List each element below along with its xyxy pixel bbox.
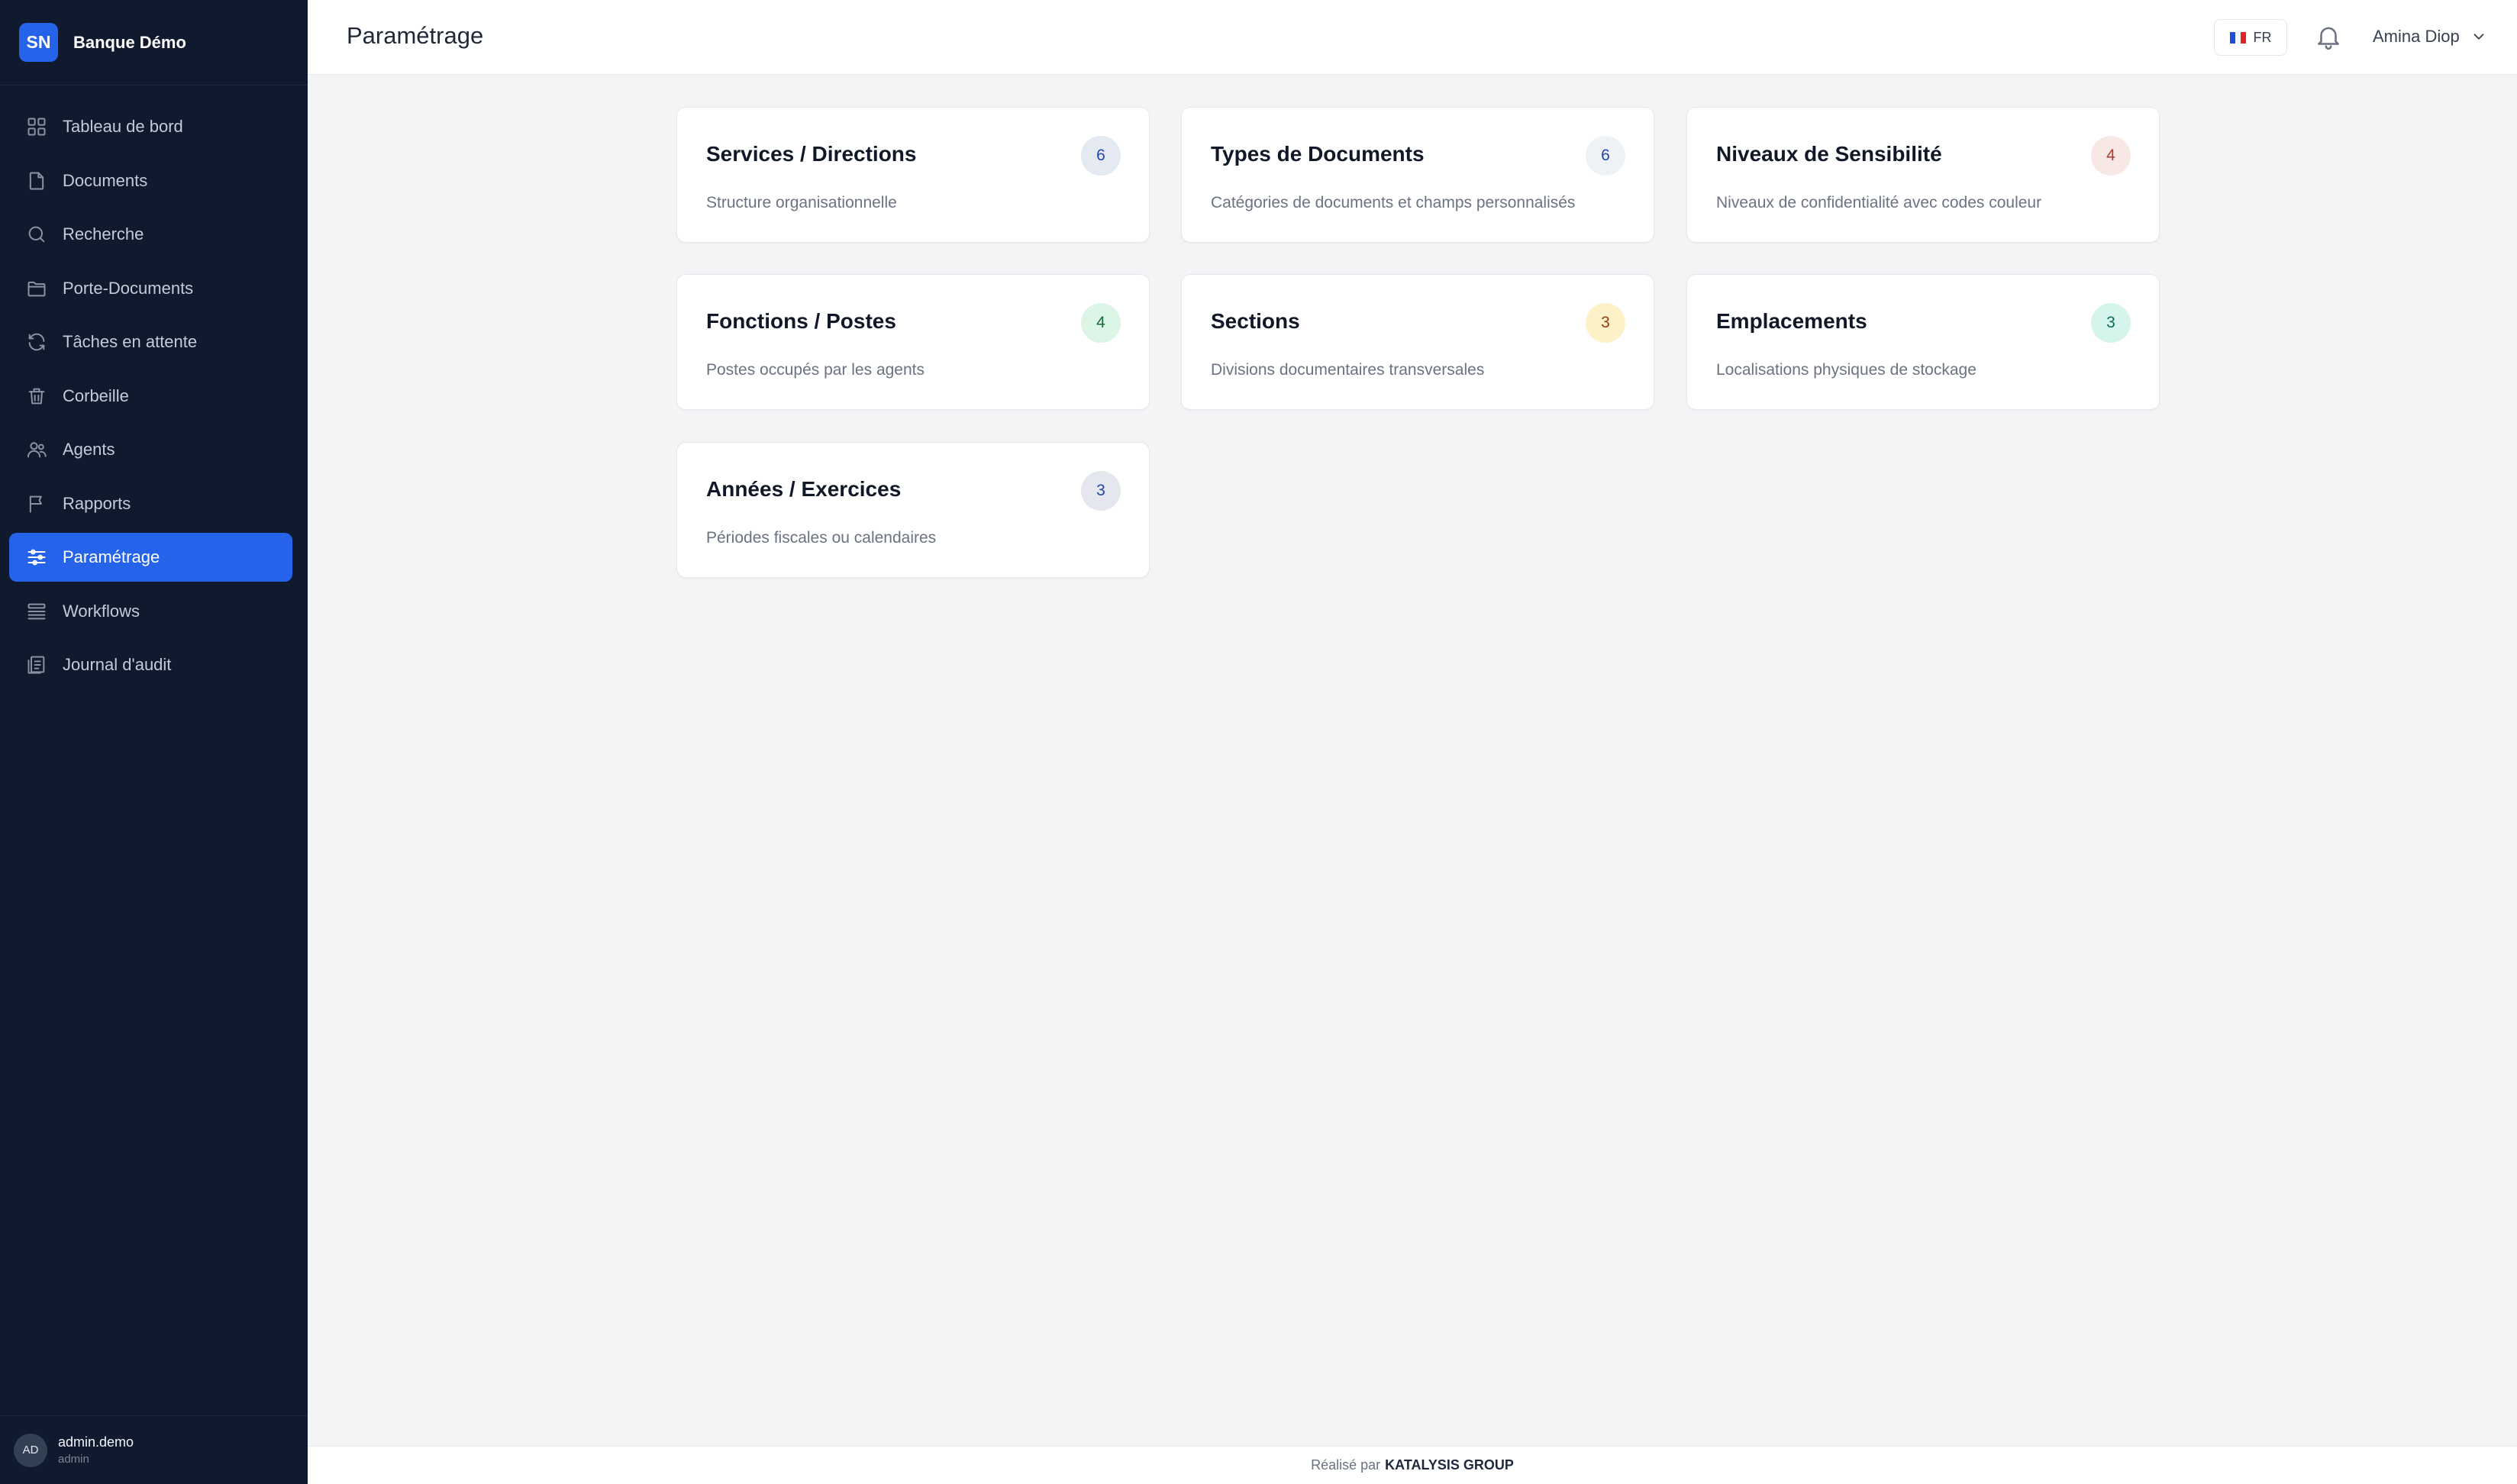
audit-icon: [26, 654, 47, 676]
sidebar-item-documents[interactable]: Documents: [9, 156, 292, 205]
sidebar-item-recherche[interactable]: Recherche: [9, 210, 292, 259]
flag-icon: [26, 493, 47, 515]
sidebar-item-agents[interactable]: Agents: [9, 425, 292, 474]
avatar: AD: [14, 1433, 47, 1467]
sidebar-item-taches-en-attente[interactable]: Tâches en attente: [9, 318, 292, 366]
card-types-de-documents[interactable]: Types de Documents Catégories de documen…: [1181, 107, 1654, 243]
sidebar-item-label: Recherche: [63, 224, 144, 244]
language-label: FR: [2253, 29, 2272, 45]
sidebar-item-label: Workflows: [63, 601, 140, 621]
count-badge: 6: [1586, 136, 1625, 176]
sidebar-item-label: Agents: [63, 440, 115, 459]
card-title: Sections: [1211, 309, 1300, 333]
footer: Réalisé par KATALYSIS GROUP: [308, 1446, 2517, 1484]
brand-name: Banque Démo: [73, 32, 186, 52]
grid-icon: [26, 116, 47, 137]
sidebar-item-parametrage[interactable]: Paramétrage: [9, 533, 292, 582]
user-role: admin: [58, 1453, 89, 1466]
sidebar-item-label: Journal d'audit: [63, 655, 172, 674]
sidebar-item-tableau-de-bord[interactable]: Tableau de bord: [9, 102, 292, 151]
search-icon: [26, 224, 47, 245]
sidebar-nav: Tableau de bord Documents Recherche Port…: [0, 85, 308, 689]
sidebar-item-label: Corbeille: [63, 386, 129, 405]
card-description: Périodes fiscales ou calendaires: [706, 529, 937, 547]
sidebar-item-label: Documents: [63, 170, 148, 190]
card-sections[interactable]: Sections Divisions documentaires transve…: [1181, 274, 1654, 410]
card-description: Niveaux de confidentialité avec codes co…: [1716, 194, 2042, 211]
language-switcher[interactable]: FR: [2214, 19, 2287, 56]
sidebar-item-label: Rapports: [63, 493, 131, 513]
user-menu[interactable]: Amina Diop: [2373, 23, 2487, 50]
card-description: Localisations physiques de stockage: [1716, 361, 1976, 379]
sidebar-item-porte-documents[interactable]: Porte-Documents: [9, 264, 292, 313]
footer-company: KATALYSIS GROUP: [1385, 1457, 1514, 1473]
sidebar-item-corbeille[interactable]: Corbeille: [9, 372, 292, 421]
card-description: Divisions documentaires transversales: [1211, 361, 1485, 379]
card-title: Années / Exercices: [706, 477, 902, 501]
count-badge: 4: [2091, 136, 2131, 176]
french-flag-icon: [2229, 31, 2247, 44]
count-badge: 3: [1586, 303, 1625, 343]
user-menu-name: Amina Diop: [2373, 27, 2460, 46]
card-title: Fonctions / Postes: [706, 309, 896, 333]
count-badge: 6: [1081, 136, 1121, 176]
sidebar-item-label: Paramétrage: [63, 547, 160, 566]
sidebar-item-label: Tableau de bord: [63, 117, 183, 136]
card-description: Catégories de documents et champs person…: [1211, 194, 1576, 211]
brand-logo: SN: [19, 23, 58, 62]
sidebar-item-workflows[interactable]: Workflows: [9, 587, 292, 636]
card-description: Postes occupés par les agents: [706, 361, 925, 379]
card-title: Services / Directions: [706, 142, 917, 166]
sidebar-item-label: Porte-Documents: [63, 278, 194, 298]
folder-icon: [26, 278, 47, 299]
sidebar: SN Banque Démo Tableau de bord Documents…: [0, 0, 308, 1484]
users-icon: [26, 439, 47, 460]
card-emplacements[interactable]: Emplacements Localisations physiques de …: [1686, 274, 2160, 410]
count-badge: 3: [2091, 303, 2131, 343]
card-niveaux-de-sensibilite[interactable]: Niveaux de Sensibilité Niveaux de confid…: [1686, 107, 2160, 243]
file-icon: [26, 170, 47, 192]
card-annees-exercices[interactable]: Années / Exercices Périodes fiscales ou …: [676, 442, 1150, 578]
refresh-icon: [26, 331, 47, 353]
sidebar-user[interactable]: AD admin.demo admin: [0, 1415, 308, 1484]
user-meta: admin.demo admin: [58, 1434, 134, 1466]
card-title: Emplacements: [1716, 309, 1867, 333]
sidebar-item-rapports[interactable]: Rapports: [9, 479, 292, 528]
count-badge: 3: [1081, 471, 1121, 511]
stack-icon: [26, 601, 47, 622]
chevron-down-icon: [2473, 34, 2484, 40]
footer-prefix: Réalisé par: [1311, 1457, 1381, 1473]
bell-icon[interactable]: [2314, 22, 2343, 51]
top-header: Paramétrage FR Amina Diop: [308, 0, 2517, 75]
brand: SN Banque Démo: [0, 0, 308, 85]
user-name: admin.demo: [58, 1434, 134, 1450]
card-services-directions[interactable]: Services / Directions Structure organisa…: [676, 107, 1150, 243]
trash-icon: [26, 386, 47, 407]
card-title: Niveaux de Sensibilité: [1716, 142, 1942, 166]
page-title: Paramétrage: [347, 22, 484, 49]
sidebar-item-label: Tâches en attente: [63, 332, 198, 351]
card-fonctions-postes[interactable]: Fonctions / Postes Postes occupés par le…: [676, 274, 1150, 410]
sliders-icon: [26, 547, 47, 568]
count-badge: 4: [1081, 303, 1121, 343]
card-title: Types de Documents: [1211, 142, 1425, 166]
card-description: Structure organisationnelle: [706, 194, 897, 211]
sidebar-item-journal-d-audit[interactable]: Journal d'audit: [9, 640, 292, 689]
